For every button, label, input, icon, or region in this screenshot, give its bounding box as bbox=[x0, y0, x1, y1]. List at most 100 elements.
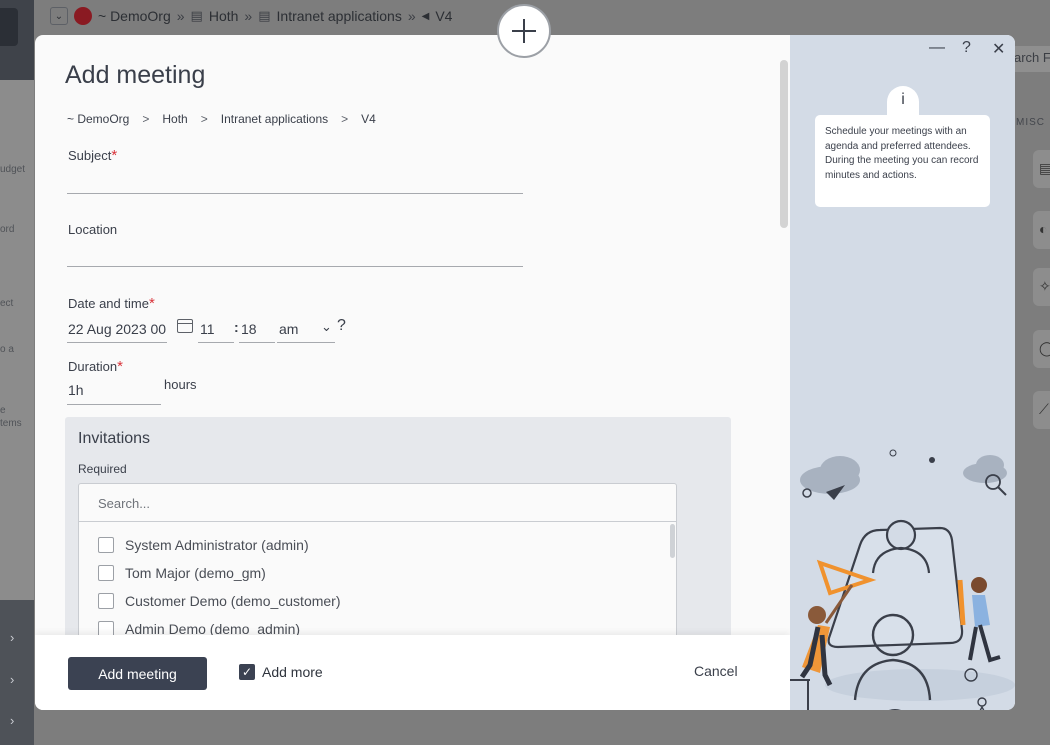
info-icon: i bbox=[887, 86, 919, 118]
background-sidebar-panel bbox=[0, 80, 34, 600]
datetime-label: Date and time* bbox=[68, 295, 155, 312]
breadcrumb-item[interactable]: Hoth bbox=[162, 112, 187, 126]
checkmark-icon[interactable]: ✓ bbox=[239, 664, 255, 680]
dialog-title: Add meeting bbox=[65, 61, 206, 89]
invitee-list: Search... System Administrator (admin) T… bbox=[78, 483, 677, 635]
breadcrumb-separator: » bbox=[176, 8, 185, 24]
duration-unit: hours bbox=[164, 377, 197, 392]
subject-label-text: Subject bbox=[68, 148, 112, 163]
background-side-label: e bbox=[0, 405, 6, 416]
invitations-title: Invitations bbox=[78, 430, 151, 447]
invitee-name: Admin Demo (demo_admin) bbox=[125, 621, 301, 635]
plus-icon bbox=[512, 19, 536, 43]
required-invitees-label: Required bbox=[78, 462, 127, 476]
subject-field[interactable] bbox=[68, 170, 523, 192]
add-more-label: Add more bbox=[262, 664, 323, 680]
background-side-label: tems bbox=[0, 418, 22, 429]
background-breadcrumb-item: Hoth bbox=[208, 8, 239, 24]
breadcrumb-item[interactable]: ~ DemoOrg bbox=[67, 112, 129, 126]
date-field[interactable]: 22 Aug 2023 00 bbox=[68, 321, 166, 337]
invitee-name: System Administrator (admin) bbox=[125, 537, 309, 553]
background-tile: ◐ bbox=[1033, 211, 1050, 249]
background-tile: ⟋ bbox=[1033, 391, 1050, 429]
background-breadcrumb-org: ~ DemoOrg bbox=[98, 8, 171, 24]
subject-underline bbox=[67, 193, 523, 194]
background-side-label: o a bbox=[0, 344, 14, 355]
background-tile: ✧ bbox=[1033, 268, 1050, 306]
breadcrumb-separator: » bbox=[244, 8, 253, 24]
caret-left-icon: ◀ bbox=[421, 10, 430, 22]
close-icon[interactable]: ✕ bbox=[992, 39, 1005, 59]
add-more-checkbox[interactable]: ✓ Add more bbox=[239, 664, 323, 680]
breadcrumb-separator: > bbox=[142, 112, 150, 126]
breadcrumb-item[interactable]: Intranet applications bbox=[221, 112, 328, 126]
hour-field[interactable]: 11 bbox=[200, 321, 215, 337]
breadcrumb-separator: > bbox=[200, 112, 208, 126]
invitations-section: Invitations Required Search... System Ad… bbox=[65, 417, 731, 635]
list-item[interactable]: System Administrator (admin) bbox=[98, 537, 309, 553]
required-asterisk: * bbox=[117, 358, 123, 375]
calendar-icon[interactable] bbox=[177, 319, 193, 333]
add-meeting-dialog: Add meeting ~ DemoOrg > Hoth > Intranet … bbox=[35, 35, 1015, 710]
background-tile: ▤ bbox=[1033, 150, 1050, 188]
background-search-input: arch F bbox=[1012, 46, 1050, 72]
duration-field[interactable]: 1h bbox=[68, 382, 84, 398]
hour-underline bbox=[198, 342, 234, 343]
meridiem-select[interactable]: am bbox=[279, 321, 298, 337]
duration-label: Duration* bbox=[68, 358, 123, 375]
background-side-label: udget bbox=[0, 164, 26, 175]
minute-field[interactable]: 18 bbox=[241, 321, 257, 337]
list-item[interactable]: Customer Demo (demo_customer) bbox=[98, 593, 341, 609]
chevron-right-icon: › bbox=[10, 630, 15, 645]
background-tile: ◯ bbox=[1033, 330, 1050, 368]
required-asterisk: * bbox=[111, 147, 118, 164]
chevron-right-icon: › bbox=[10, 713, 15, 728]
meeting-illustration bbox=[790, 449, 1015, 710]
invitee-name: Customer Demo (demo_customer) bbox=[125, 593, 341, 609]
background-misc-label: MISC bbox=[1016, 117, 1045, 128]
chevron-down-icon: ⌄ bbox=[50, 7, 68, 25]
breadcrumb-separator: » bbox=[407, 8, 416, 24]
dialog-form: Add meeting ~ DemoOrg > Hoth > Intranet … bbox=[35, 35, 790, 635]
list-item[interactable]: Tom Major (demo_gm) bbox=[98, 565, 266, 581]
meridiem-underline bbox=[277, 342, 335, 343]
location-field[interactable] bbox=[68, 243, 523, 265]
datetime-label-text: Date and time bbox=[68, 296, 149, 311]
background-breadcrumb-item: Intranet applications bbox=[276, 8, 402, 24]
checkbox[interactable] bbox=[98, 537, 114, 553]
background-breadcrumb: ⌄ ~ DemoOrg » ▤ Hoth » ▤ Intranet applic… bbox=[50, 7, 452, 25]
add-button[interactable] bbox=[497, 4, 551, 58]
add-meeting-button[interactable]: Add meeting bbox=[68, 657, 207, 690]
checkbox[interactable] bbox=[98, 621, 114, 635]
time-separator: : bbox=[234, 319, 239, 335]
background-side-label: ect bbox=[0, 298, 14, 309]
minute-underline bbox=[239, 342, 275, 343]
invitee-search-input[interactable]: Search... bbox=[79, 484, 676, 522]
location-label: Location bbox=[68, 222, 118, 237]
checkbox[interactable] bbox=[98, 565, 114, 581]
checkbox[interactable] bbox=[98, 593, 114, 609]
info-text: Schedule your meetings with an agenda an… bbox=[815, 115, 990, 207]
list-item[interactable]: Admin Demo (demo_admin) bbox=[98, 621, 300, 635]
help-icon[interactable]: ? bbox=[962, 39, 971, 57]
location-underline bbox=[67, 266, 523, 267]
breadcrumb-item[interactable]: V4 bbox=[361, 112, 376, 126]
info-panel: — ? ✕ i Schedule your meetings with an a… bbox=[790, 35, 1015, 710]
minimize-icon[interactable]: — bbox=[929, 39, 945, 57]
invitee-list-scrollbar[interactable] bbox=[670, 524, 675, 558]
chevron-down-icon[interactable]: ⌄ bbox=[321, 319, 332, 335]
breadcrumb-separator: > bbox=[341, 112, 349, 126]
background-menu-button bbox=[0, 8, 18, 46]
breadcrumb: ~ DemoOrg > Hoth > Intranet applications… bbox=[67, 112, 376, 126]
form-scrollbar[interactable] bbox=[780, 60, 788, 228]
book-icon: ▤ bbox=[258, 8, 271, 23]
date-underline bbox=[67, 342, 167, 343]
background-left-sidebar: › › › bbox=[0, 0, 34, 745]
background-breadcrumb-current: V4 bbox=[435, 8, 453, 24]
cancel-button[interactable]: Cancel bbox=[694, 663, 738, 679]
datetime-help-icon[interactable]: ? bbox=[337, 317, 346, 335]
org-logo-icon bbox=[74, 7, 92, 25]
background-side-label: ord bbox=[0, 224, 15, 235]
dialog-footer: Add meeting ✓ Add more Cancel bbox=[35, 635, 790, 710]
subject-label: Subject* bbox=[68, 147, 117, 164]
